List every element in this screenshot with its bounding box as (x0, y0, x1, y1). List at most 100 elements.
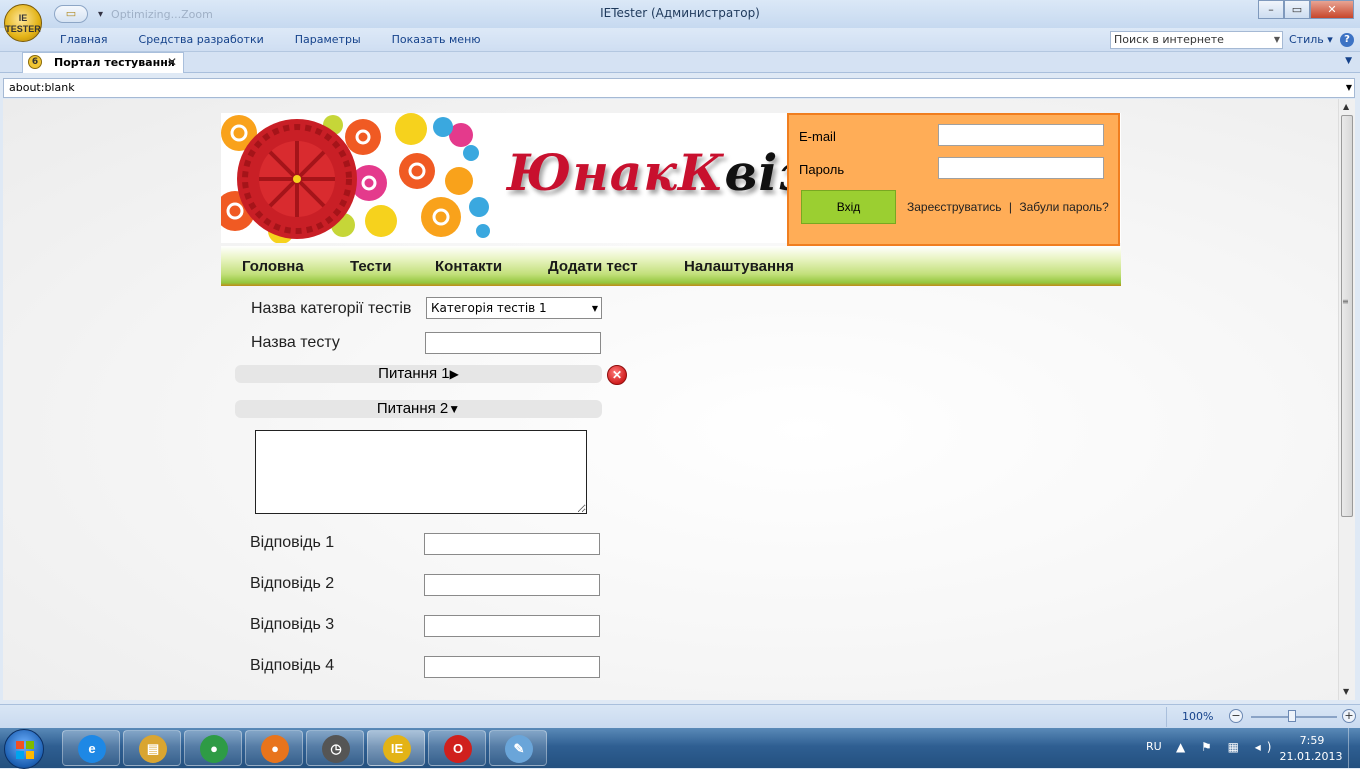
question-2-label: Питання 2 (376, 400, 449, 417)
tab-label: Портал тестування (54, 56, 175, 69)
page-scrollbar[interactable]: ▲ ≡ ▼ (1338, 99, 1355, 700)
taskbar-ietester-button[interactable]: IE (367, 730, 425, 766)
answer-2-label: Відповідь 2 (250, 575, 335, 592)
category-label: Назва категорії тестів (251, 300, 412, 317)
site-brand-logo[interactable]: ЮнакКвіз (507, 143, 811, 202)
clock-app-icon: ◷ (322, 735, 350, 763)
tab-list-dropdown-icon[interactable]: ▼ (1345, 56, 1352, 66)
question-2-header[interactable]: Питання 2▼ (235, 400, 602, 418)
collapse-arrow-icon: ▼ (448, 402, 461, 416)
taskbar-opera-button[interactable]: O (428, 730, 486, 766)
nav-add-test[interactable]: Додати тест (548, 258, 638, 275)
nav-home[interactable]: Головна (242, 258, 304, 275)
search-dropdown-icon[interactable]: ▼ (1274, 32, 1280, 48)
nav-tests[interactable]: Тести (350, 258, 391, 275)
register-link[interactable]: Зареєструватись (907, 200, 1002, 214)
category-dropdown-icon[interactable]: ▼ (592, 299, 598, 319)
title-bar: IE TESTER ▭ ▾ Optimizing...Zoom IETester … (0, 0, 1360, 42)
nav-settings[interactable]: Налаштування (684, 258, 794, 275)
file-explorer-icon: ▤ (139, 735, 167, 763)
question-2-textarea[interactable] (255, 430, 587, 514)
scroll-up-icon[interactable]: ▲ (1343, 102, 1349, 111)
category-selected-value: Категорія тестів 1 (431, 301, 547, 315)
taskbar-internet-explorer-button[interactable]: e (62, 730, 120, 766)
delete-question-icon[interactable]: ✕ (607, 365, 627, 385)
ietester-app-icon[interactable]: IE TESTER (4, 4, 42, 42)
show-desktop-button[interactable] (1348, 728, 1360, 768)
login-button[interactable]: Вхід (801, 190, 896, 224)
answer-4-label: Відповідь 4 (250, 657, 335, 674)
windows-logo-icon (16, 741, 34, 759)
menu-dev-tools[interactable]: Средства разработки (139, 28, 264, 52)
clock-time[interactable]: 7:59 (1284, 734, 1340, 747)
site-header: ЮнакКвіз E-mail Пароль Вхід Зареєструват… (221, 113, 1121, 246)
answer-3-field[interactable] (424, 615, 600, 637)
zoom-control: 100% − + (1166, 707, 1358, 727)
email-field[interactable] (938, 124, 1104, 146)
menu-show-menu[interactable]: Показать меню (392, 28, 481, 52)
scrollbar-thumb[interactable] (1341, 115, 1353, 517)
scroll-down-icon[interactable]: ▼ (1343, 687, 1349, 696)
taskbar-paint-button[interactable]: ✎ (489, 730, 547, 766)
zoom-out-icon[interactable]: − (1229, 709, 1243, 723)
address-bar[interactable]: about:blank ▼ (3, 78, 1355, 98)
answer-4-field[interactable] (424, 656, 600, 678)
test-name-field[interactable] (425, 332, 601, 354)
tab-strip: 6 Портал тестування ✕ ▼ (0, 52, 1360, 73)
answer-2-field[interactable] (424, 574, 600, 596)
forgot-password-link[interactable]: Забули пароль? (1019, 200, 1109, 214)
window-title: IETester (Администратор) (600, 6, 760, 20)
internet-explorer-icon: e (78, 735, 106, 763)
menu-settings[interactable]: Параметры (295, 28, 361, 52)
expand-arrow-icon: ▶ (449, 367, 459, 381)
question-1-header[interactable]: Питання 1▶ (235, 365, 602, 383)
taskbar-clock-app-button[interactable]: ◷ (306, 730, 364, 766)
zoom-in-icon[interactable]: + (1342, 709, 1356, 723)
zoom-slider-knob[interactable] (1288, 710, 1296, 722)
taskbar-firefox-button[interactable]: ● (245, 730, 303, 766)
category-select[interactable]: Категорія тестів 1 ▼ (426, 297, 602, 319)
answer-1-field[interactable] (424, 533, 600, 555)
scroll-grip-icon: ≡ (1342, 297, 1349, 306)
style-menu[interactable]: Стиль ▾ (1289, 28, 1333, 52)
minimize-button[interactable]: – (1258, 0, 1284, 19)
taskbar: e ▤ ● ● ◷ IE O ✎ RU ▲ ⚑ ▦ ◂) 7:59 21.01.2013 (0, 728, 1360, 769)
login-panel: E-mail Пароль Вхід Зареєструватись | Заб… (787, 113, 1120, 246)
help-icon[interactable]: ? (1340, 33, 1354, 47)
window-controls: – ▭ ✕ (1258, 0, 1354, 19)
page-viewport: ЮнакКвіз E-mail Пароль Вхід Зареєструват… (3, 99, 1338, 700)
zoom-level[interactable]: 100% (1182, 710, 1213, 723)
input-language[interactable]: RU (1146, 740, 1162, 753)
web-search-input[interactable]: Поиск в интернете ▼ (1110, 31, 1283, 49)
taskbar-chrome-button[interactable]: ● (184, 730, 242, 766)
firefox-icon: ● (261, 735, 289, 763)
gears-logo-image (221, 113, 491, 243)
paint-icon: ✎ (505, 735, 533, 763)
style-menu-label: Стиль (1289, 33, 1324, 46)
close-window-button[interactable]: ✕ (1310, 0, 1354, 19)
menu-home[interactable]: Главная (60, 28, 108, 52)
tab-close-icon[interactable]: ✕ (167, 55, 177, 69)
email-label: E-mail (799, 129, 836, 144)
answer-1-label: Відповідь 1 (250, 534, 335, 551)
login-links: Зареєструватись | Забули пароль? (907, 200, 1109, 214)
brand-part-1: Юнак (507, 143, 679, 202)
status-bar: 100% − + (0, 704, 1360, 728)
password-field[interactable] (938, 157, 1104, 179)
start-button[interactable] (4, 729, 44, 769)
taskbar-file-explorer-button[interactable]: ▤ (123, 730, 181, 766)
ie6-badge-icon: 6 (28, 55, 42, 69)
links-separator: | (1008, 200, 1012, 214)
address-url: about:blank (9, 81, 75, 94)
maximize-button[interactable]: ▭ (1284, 0, 1310, 19)
test-name-label: Назва тесту (251, 334, 340, 351)
nav-contacts[interactable]: Контакти (435, 258, 502, 275)
brand-part-2: К (678, 143, 725, 202)
clock-date[interactable]: 21.01.2013 (1278, 750, 1344, 763)
tab-testing-portal[interactable]: 6 Портал тестування ✕ (22, 52, 184, 73)
tray-icons[interactable]: ▲ ⚑ ▦ ◂) (1176, 740, 1277, 754)
address-dropdown-icon[interactable]: ▼ (1346, 79, 1352, 97)
chrome-icon: ● (200, 735, 228, 763)
password-label: Пароль (799, 162, 845, 177)
answer-3-label: Відповідь 3 (250, 616, 335, 633)
